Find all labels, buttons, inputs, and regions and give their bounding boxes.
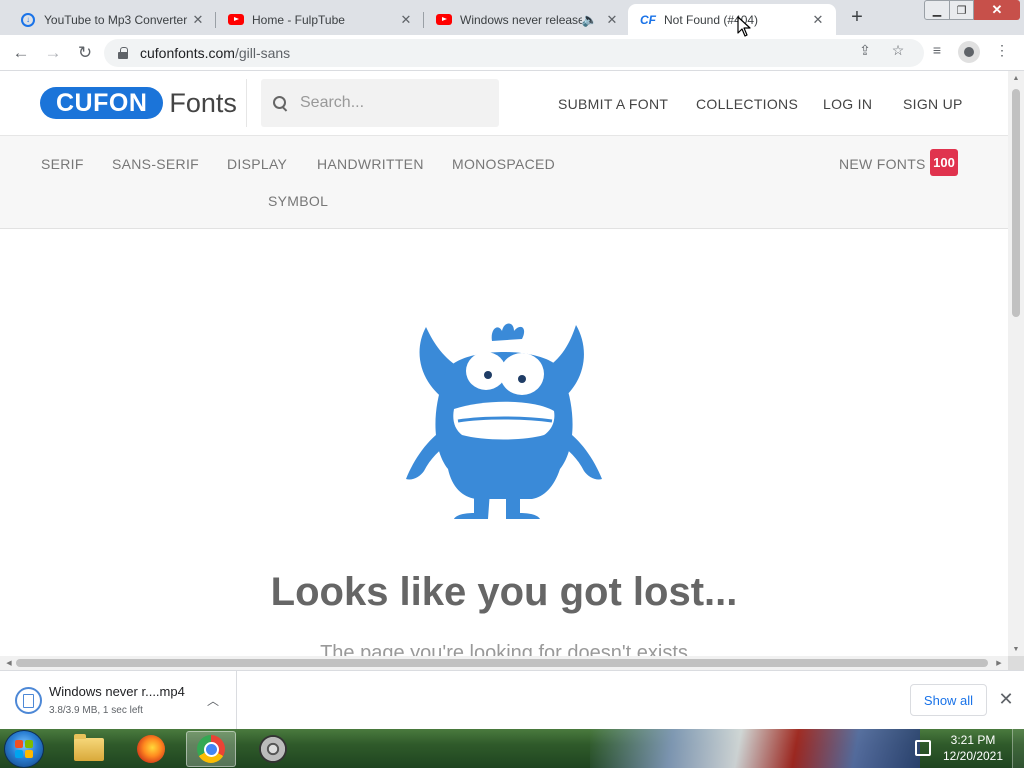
category-symbol[interactable]: SYMBOL [268,193,328,209]
close-tab-icon[interactable]: ✕ [604,12,620,28]
scroll-up-arrow-icon[interactable]: ▲ [1008,71,1024,85]
scroll-left-arrow-icon[interactable]: ◀ [2,656,16,670]
tab-title: Windows never release [460,12,582,27]
tab-not-found-404[interactable]: CF Not Found (#404) ✕ [628,4,836,35]
close-icon[interactable]: ✕ [996,689,1016,709]
category-monospaced[interactable]: MONOSPACED [452,156,555,172]
forward-button[interactable]: → [41,41,65,65]
media-player-icon[interactable] [248,731,298,767]
mouse-cursor-icon [737,16,751,37]
clock-date: 12/20/2021 [942,749,1004,763]
error-subtitle: The page you're looking for doesn't exis… [320,642,688,656]
scroll-down-arrow-icon[interactable]: ▼ [1008,642,1024,656]
category-bar: SERIF SANS-SERIF DISPLAY HANDWRITTEN MON… [0,136,1008,229]
bookmark-star-icon[interactable]: ☆ [889,41,907,59]
logo-badge: CUFON [40,87,164,119]
tab-youtube-mp3-converter[interactable]: ↓ YouTube to Mp3 Converter ✕ [8,4,216,35]
media-control-icon[interactable]: ≡ [928,41,946,59]
menu-icon[interactable]: ⋮ [993,41,1011,59]
tab-title: Home - FulpTube [252,12,345,27]
category-serif[interactable]: SERIF [41,156,84,172]
download-filename: Windows never r....mp4 [49,684,185,699]
file-explorer-icon[interactable] [64,731,114,767]
tab-title: YouTube to Mp3 Converter [44,12,188,27]
windows-logo-icon [15,740,33,758]
show-all-downloads-button[interactable]: Show all [910,684,987,716]
reload-button[interactable]: ↻ [73,41,97,65]
new-tab-button[interactable]: + [844,6,870,28]
vertical-scrollbar[interactable]: ▲ ▼ [1008,71,1024,656]
category-sans-serif[interactable]: SANS-SERIF [112,156,199,172]
start-button[interactable] [4,730,44,768]
profile-avatar[interactable] [958,41,980,63]
tab-windows-never-released[interactable]: Windows never release 🔈 ✕ [424,4,630,35]
youtube-favicon-icon [436,12,452,28]
download-shelf: Windows never r....mp4 3.8/3.9 MB, 1 sec… [0,670,1024,729]
audio-playing-icon[interactable]: 🔈 [582,12,598,28]
firefox-icon[interactable] [126,731,176,767]
site-logo[interactable]: CUFON Fonts [40,87,237,119]
lock-icon[interactable] [118,47,128,59]
back-button[interactable]: ← [9,41,33,65]
minimize-window-button[interactable]: ▁ [924,0,950,20]
tab-strip: ↓ YouTube to Mp3 Converter ✕ Home - Fulp… [0,0,1024,35]
download-favicon-icon: ↓ [20,12,36,28]
download-status: 3.8/3.9 MB, 1 sec left [49,705,143,716]
nav-log-in[interactable]: LOG IN [823,96,872,112]
scrollbar-corner [1008,656,1024,670]
youtube-favicon-icon [228,12,244,28]
url-domain: cufonfonts.com [140,45,235,61]
scroll-right-arrow-icon[interactable]: ▶ [992,656,1006,670]
site-header: CUFON Fonts SUBMIT A FONT COLLECTIONS LO… [0,71,1008,136]
chrome-icon[interactable] [186,731,236,767]
category-display[interactable]: DISPLAY [227,156,287,172]
search-input[interactable] [300,94,480,112]
error-heading: Looks like you got lost... [270,570,738,614]
close-tab-icon[interactable]: ✕ [190,12,206,28]
address-bar[interactable]: cufonfonts.com/gill-sans [104,39,924,67]
nav-submit-font[interactable]: SUBMIT A FONT [558,96,668,112]
download-item[interactable]: Windows never r....mp4 3.8/3.9 MB, 1 sec… [0,671,237,729]
horizontal-scrollbar[interactable]: ◀ ▶ [0,656,1008,670]
nav-collections[interactable]: COLLECTIONS [696,96,798,112]
horizontal-scroll-thumb[interactable] [16,659,988,667]
tab-fulptube-home[interactable]: Home - FulpTube ✕ [216,4,424,35]
vertical-scroll-thumb[interactable] [1012,89,1020,317]
system-clock[interactable]: 3:21 PM 12/20/2021 [940,732,1006,764]
browser-toolbar: ← → ↻ cufonfonts.com/gill-sans ⇪ ☆ ≡ ⋮ [0,35,1024,71]
show-desktop-button[interactable] [1012,729,1024,768]
category-handwritten[interactable]: HANDWRITTEN [317,156,424,172]
clock-time: 3:21 PM [950,733,996,747]
search-box[interactable] [261,79,499,127]
cf-favicon-icon: CF [640,12,656,27]
lost-monster-illustration [406,323,602,519]
url-path: /gill-sans [234,45,291,61]
restore-window-button[interactable]: ❐ [950,0,974,20]
close-tab-icon[interactable]: ✕ [810,12,826,28]
windows-taskbar: 3:21 PM 12/20/2021 [0,729,1024,768]
close-window-button[interactable]: ✕ [974,0,1020,20]
new-fonts-link[interactable]: NEW FONTS [839,156,926,172]
chevron-up-icon[interactable]: ︿ [204,691,222,709]
nav-sign-up[interactable]: SIGN UP [903,96,963,112]
action-center-flag-icon[interactable] [915,740,931,756]
page-viewport: CUFON Fonts SUBMIT A FONT COLLECTIONS LO… [0,71,1008,656]
header-divider [246,79,247,127]
new-fonts-count-badge: 100 [930,149,958,176]
close-tab-icon[interactable]: ✕ [398,12,414,28]
logo-word: Fonts [169,87,237,118]
search-icon [273,95,288,111]
share-icon[interactable]: ⇪ [856,41,874,59]
file-download-icon [15,687,42,714]
desktop-wallpaper-strip [590,729,920,768]
